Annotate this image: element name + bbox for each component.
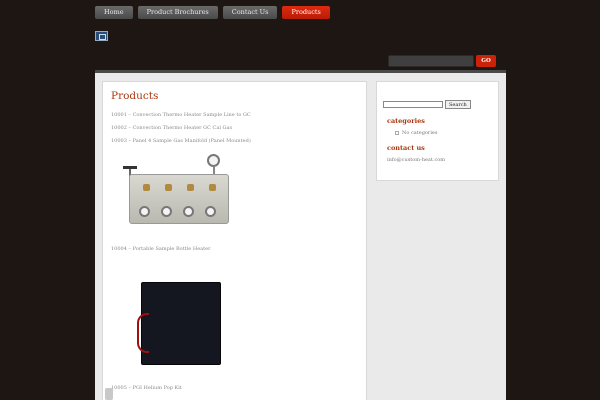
manifold-valve xyxy=(143,184,150,191)
manifold-valve xyxy=(165,184,172,191)
category-item: No categories xyxy=(395,130,492,136)
main-nav: Home Product Brochures Contact Us Produc… xyxy=(95,6,330,19)
sidebar: Search categories No categories contact … xyxy=(376,81,499,181)
manifold-gauge xyxy=(161,206,172,217)
no-categories-text: No categories xyxy=(402,130,438,136)
product-link-10005[interactable]: 10005 – PGI Helium Pop Kit xyxy=(111,385,358,391)
search-button[interactable]: Search xyxy=(445,100,471,109)
page-title: Products xyxy=(111,90,159,102)
nav-contact-us[interactable]: Contact Us xyxy=(222,6,278,19)
nav-home[interactable]: Home xyxy=(95,6,133,19)
manifold-top-gauge xyxy=(207,154,220,167)
broken-image-icon[interactable] xyxy=(95,31,108,41)
contact-email[interactable]: info@custom-heat.com xyxy=(387,157,492,163)
gas-manifold-image[interactable] xyxy=(121,154,241,234)
go-button[interactable]: GO xyxy=(476,55,496,67)
sidebar-search: Search xyxy=(383,100,492,109)
nav-product-brochures[interactable]: Product Brochures xyxy=(137,6,218,19)
bullet-icon xyxy=(395,131,399,135)
header-search-input[interactable] xyxy=(388,55,474,67)
manifold-valve xyxy=(209,184,216,191)
product-link-10003[interactable]: 10003 – Panel 4 Sample Gas Manifold (Pan… xyxy=(111,138,358,144)
manifold-valve xyxy=(187,184,194,191)
sidebar-search-input[interactable] xyxy=(383,101,443,108)
manifold-gauge xyxy=(139,206,150,217)
product-link-10004[interactable]: 10004 – Portable Sample Bottle Heater xyxy=(111,246,358,252)
contact-heading: contact us xyxy=(387,144,425,152)
nav-products[interactable]: Products xyxy=(282,6,330,19)
manifold-gauge xyxy=(205,206,216,217)
product-link-10001[interactable]: 10001 – Convection Thermo Heater Sample … xyxy=(111,112,358,118)
heater-cable xyxy=(137,313,149,353)
helium-kit-image[interactable] xyxy=(105,388,113,400)
bottle-heater-image[interactable] xyxy=(137,282,221,365)
manifold-gauge xyxy=(183,206,194,217)
main-content: Products 10001 – Convection Thermo Heate… xyxy=(102,81,367,400)
product-link-10002[interactable]: 10002 – Convection Thermo Heater GC Cal … xyxy=(111,125,358,131)
categories-heading: categories xyxy=(387,117,425,125)
